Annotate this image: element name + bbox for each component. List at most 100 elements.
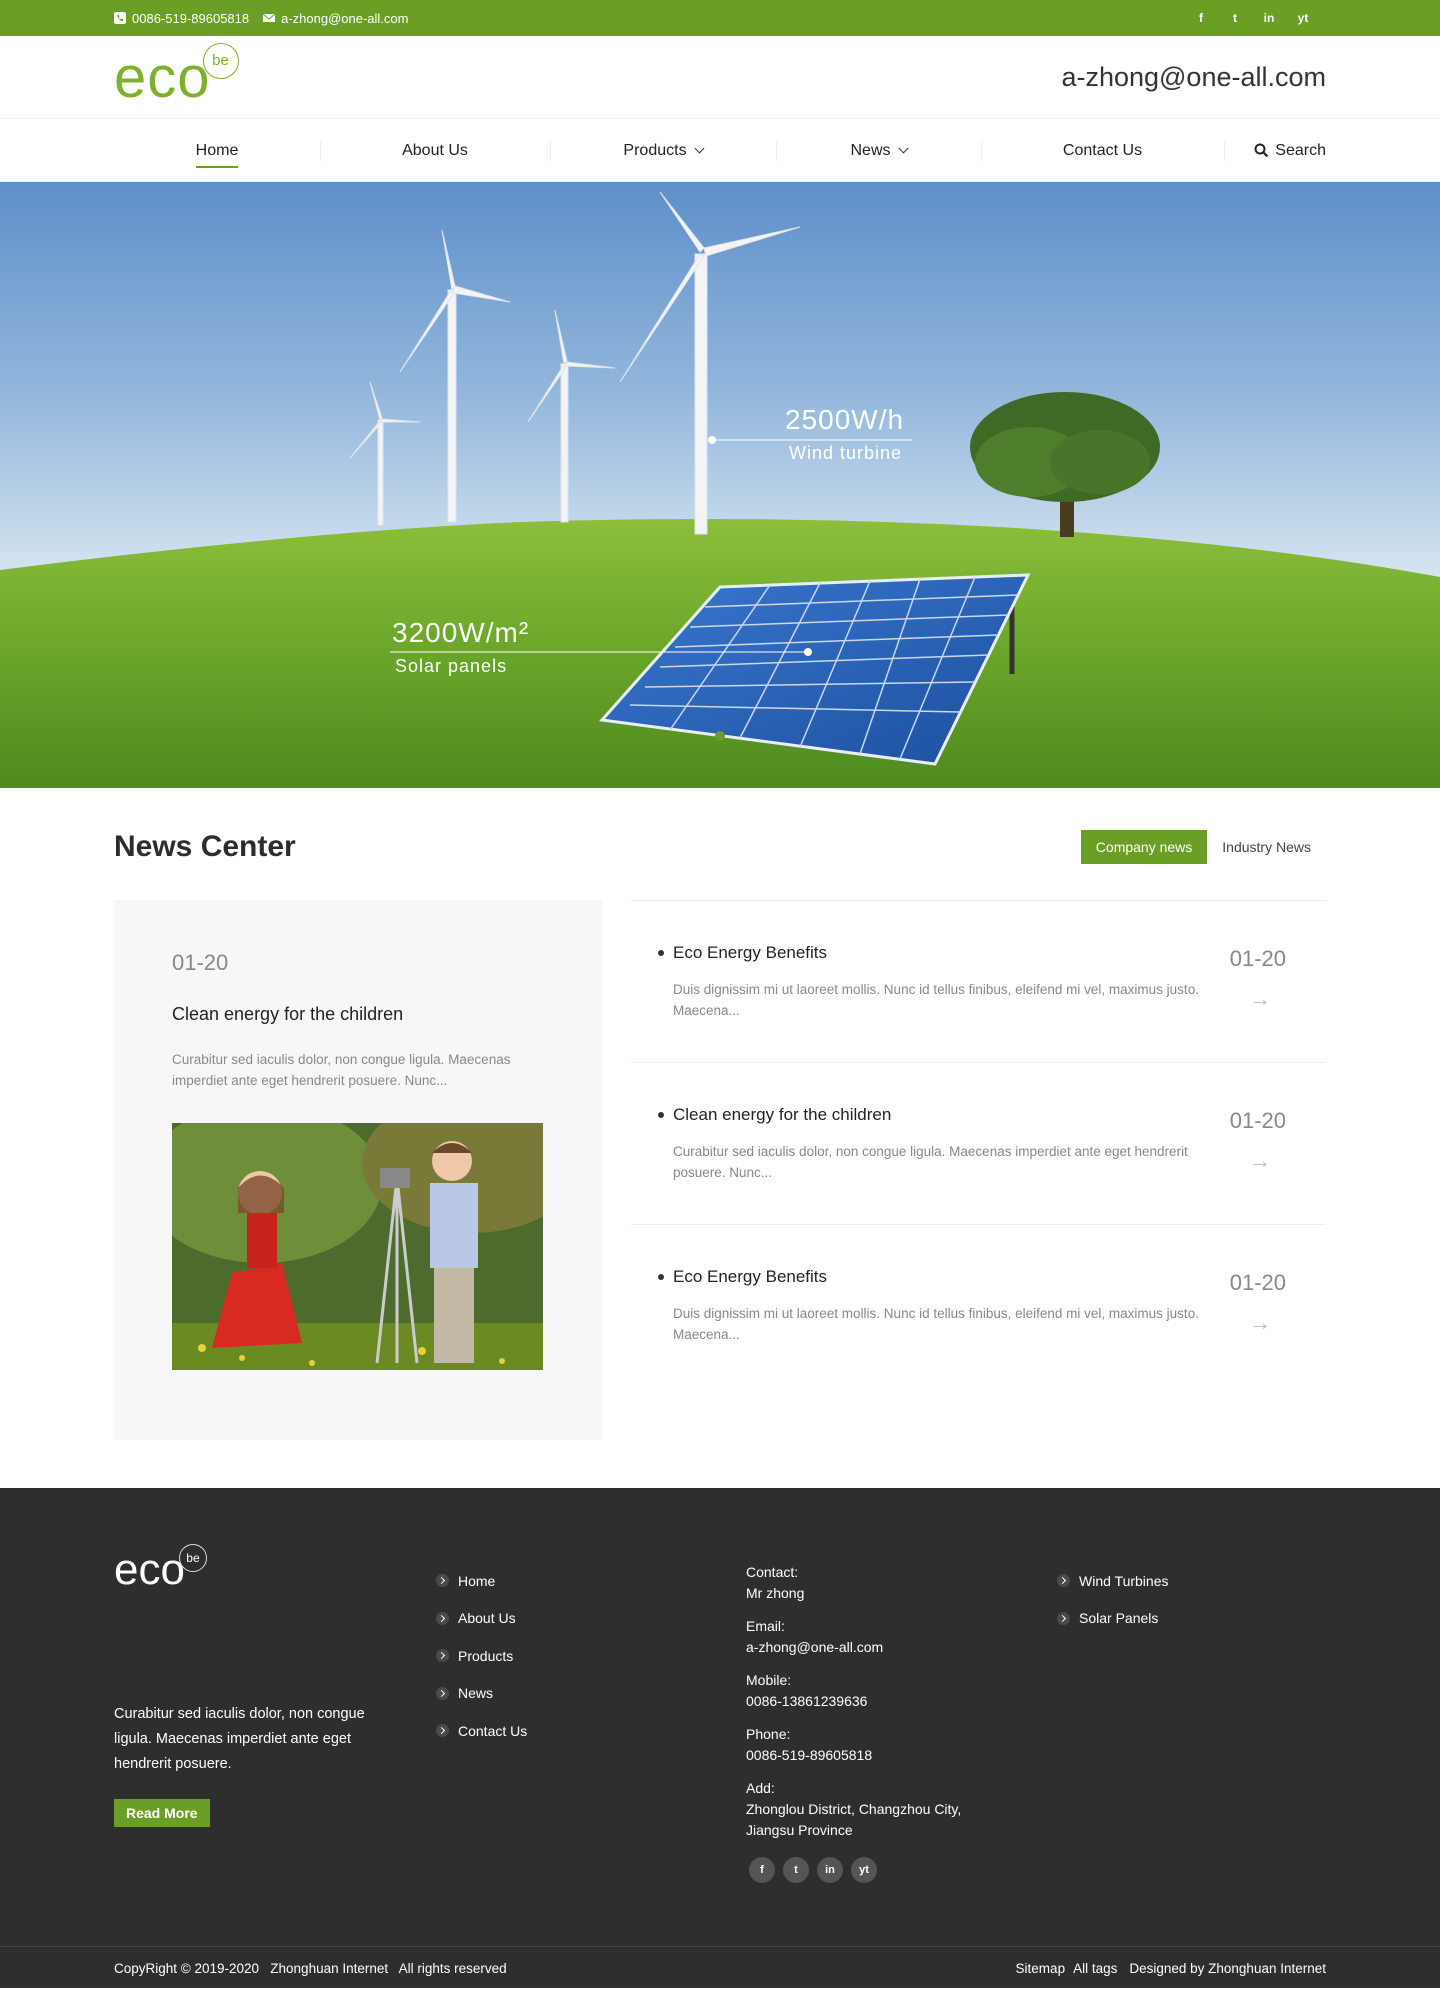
arrow-right-icon[interactable]: → xyxy=(1249,1310,1271,1336)
nav-item-news[interactable]: News xyxy=(776,119,981,182)
footer-link-products[interactable]: Products xyxy=(436,1637,746,1675)
envelope-icon xyxy=(263,13,276,22)
chevron-down-icon xyxy=(694,143,705,154)
footer-link-news[interactable]: News xyxy=(436,1675,746,1713)
chevron-down-icon xyxy=(898,143,908,154)
chevron-right-icon xyxy=(436,1724,449,1738)
hero-banner: 2500W/h Wind turbine 3200W/m² Solar pane… xyxy=(0,182,1440,788)
chevron-right-icon xyxy=(436,1574,449,1588)
section-title: News Center xyxy=(114,830,296,863)
topbar-email[interactable]: a-zhong@one-all.com xyxy=(263,11,408,26)
featured-date: 01-20 xyxy=(172,950,229,975)
contact-label: Contact: xyxy=(746,1564,799,1580)
nav-label: About Us xyxy=(402,141,468,159)
nav-item-products[interactable]: Products xyxy=(550,119,776,182)
site-header: eco be a-zhong@one-all.com xyxy=(0,36,1440,119)
logo[interactable]: eco be xyxy=(114,42,239,110)
list-item[interactable]: Eco Energy Benefits Duis dignissim mi ut… xyxy=(631,901,1326,1063)
twitter-icon[interactable]: t xyxy=(1218,11,1252,25)
linkedin-icon[interactable]: in xyxy=(817,1857,843,1883)
logo-text: eco xyxy=(114,44,211,110)
nav-item-home[interactable]: Home xyxy=(114,119,320,182)
sitemap-link[interactable]: Sitemap xyxy=(1016,1961,1066,1976)
mobile-label: Mobile: xyxy=(746,1672,792,1688)
solar-value: 3200W/m² xyxy=(392,617,530,648)
footer-products: Wind Turbines Solar Panels xyxy=(1057,1548,1168,1883)
topbar-email-text: a-zhong@one-all.com xyxy=(281,10,409,26)
designed-by-text: Designed by Zhonghuan Internet xyxy=(1129,1960,1326,1976)
copyright-text: CopyRight © 2019-2020 Zhonghuan Internet… xyxy=(114,1960,507,1976)
tab-company-news[interactable]: Company news xyxy=(1080,830,1208,864)
news-tabs: Company news Industry News xyxy=(1080,830,1326,864)
footer-link-label: Wind Turbines xyxy=(1079,1572,1169,1589)
top-bar: 0086-519-89605818 a-zhong@one-all.com f … xyxy=(0,0,1440,36)
nav-item-about[interactable]: About Us xyxy=(320,119,550,182)
news-section: News Center Company news Industry News 0… xyxy=(114,788,1326,1440)
footer-link-solar-panels[interactable]: Solar Panels xyxy=(1057,1600,1168,1638)
news-item-title[interactable]: Eco Energy Benefits xyxy=(658,1267,1326,1287)
youtube-icon[interactable]: yt xyxy=(851,1857,877,1883)
phone-label: Phone: xyxy=(746,1726,791,1742)
footer-link-label: Solar Panels xyxy=(1079,1610,1159,1627)
main-nav: Home About Us Products News Contact Us S… xyxy=(0,119,1440,182)
footer-link-about[interactable]: About Us xyxy=(436,1600,746,1638)
read-more-button[interactable]: Read More xyxy=(114,1799,210,1827)
list-item[interactable]: Eco Energy Benefits Duis dignissim mi ut… xyxy=(631,1225,1326,1387)
featured-title[interactable]: Clean energy for the children xyxy=(172,1004,544,1025)
news-item-date: 01-20 xyxy=(1229,946,1286,971)
phone-icon xyxy=(114,12,126,24)
nav-item-contact[interactable]: Contact Us xyxy=(981,119,1224,182)
site-footer: eco be Curabitur sed iaculis dolor, non … xyxy=(0,1488,1440,1988)
arrow-right-icon[interactable]: → xyxy=(1249,986,1271,1012)
footer-logo[interactable]: eco be xyxy=(114,1544,436,1594)
twitter-icon[interactable]: t xyxy=(783,1857,809,1883)
solar-caption: Solar panels xyxy=(395,656,508,676)
featured-image[interactable] xyxy=(172,1123,543,1370)
hero-scene xyxy=(0,191,1440,788)
chevron-right-icon xyxy=(436,1686,449,1700)
list-item[interactable]: Clean energy for the children Curabitur … xyxy=(631,1063,1326,1225)
footer-about: Curabitur sed iaculis dolor, non congue … xyxy=(114,1706,365,1772)
youtube-icon[interactable]: yt xyxy=(1286,11,1320,25)
footer-logo-badge: be xyxy=(178,1544,207,1572)
news-item-desc: Curabitur sed iaculis dolor, non congue … xyxy=(673,1144,1188,1180)
arrow-right-icon[interactable]: → xyxy=(1249,1148,1271,1174)
header-email[interactable]: a-zhong@one-all.com xyxy=(1061,62,1326,93)
tree xyxy=(970,392,1160,537)
search-icon xyxy=(1254,143,1269,158)
chevron-right-icon xyxy=(436,1649,449,1663)
footer-contact: Contact: Mr zhong Email: a-zhong@one-all.c… xyxy=(746,1548,1057,1883)
tab-industry-news[interactable]: Industry News xyxy=(1207,830,1326,864)
news-list: Eco Energy Benefits Duis dignissim mi ut… xyxy=(631,900,1326,1440)
news-item-date: 01-20 xyxy=(1229,1270,1286,1295)
footer-link-label: Home xyxy=(458,1572,496,1589)
email-value[interactable]: a-zhong@one-all.com xyxy=(746,1637,1057,1658)
wind-value: 2500W/h xyxy=(785,404,905,435)
footer-logo-text: eco xyxy=(114,1545,185,1594)
all-tags-link[interactable]: All tags xyxy=(1073,1961,1117,1976)
linkedin-icon[interactable]: in xyxy=(1252,11,1286,25)
news-item-title[interactable]: Eco Energy Benefits xyxy=(658,943,1326,963)
topbar-phone[interactable]: 0086-519-89605818 xyxy=(114,11,249,26)
nav-search[interactable]: Search xyxy=(1224,119,1326,182)
nav-label: Home xyxy=(195,142,239,168)
nav-label: Products xyxy=(623,141,687,159)
footer-link-label: News xyxy=(458,1685,494,1702)
logo-badge: be xyxy=(202,42,239,79)
wind-turbine xyxy=(349,191,801,535)
facebook-icon[interactable]: f xyxy=(749,1857,775,1883)
search-label: Search xyxy=(1275,141,1326,159)
footer-link-wind-turbines[interactable]: Wind Turbines xyxy=(1057,1562,1168,1600)
chevron-right-icon xyxy=(1057,1574,1070,1588)
nav-label: News xyxy=(850,141,891,159)
news-item-title[interactable]: Clean energy for the children xyxy=(658,1105,1326,1125)
news-item-date: 01-20 xyxy=(1229,1108,1286,1133)
footer-link-contact[interactable]: Contact Us xyxy=(436,1712,746,1750)
footer-link-label: Contact Us xyxy=(458,1722,528,1739)
featured-news[interactable]: 01-20 Clean energy for the children Cura… xyxy=(114,900,602,1440)
featured-desc: Curabitur sed iaculis dolor, non congue … xyxy=(172,1052,511,1088)
email-label: Email: xyxy=(746,1618,785,1634)
phone-value: 0086-519-89605818 xyxy=(746,1747,873,1763)
footer-link-home[interactable]: Home xyxy=(436,1562,746,1600)
facebook-icon[interactable]: f xyxy=(1184,11,1218,25)
